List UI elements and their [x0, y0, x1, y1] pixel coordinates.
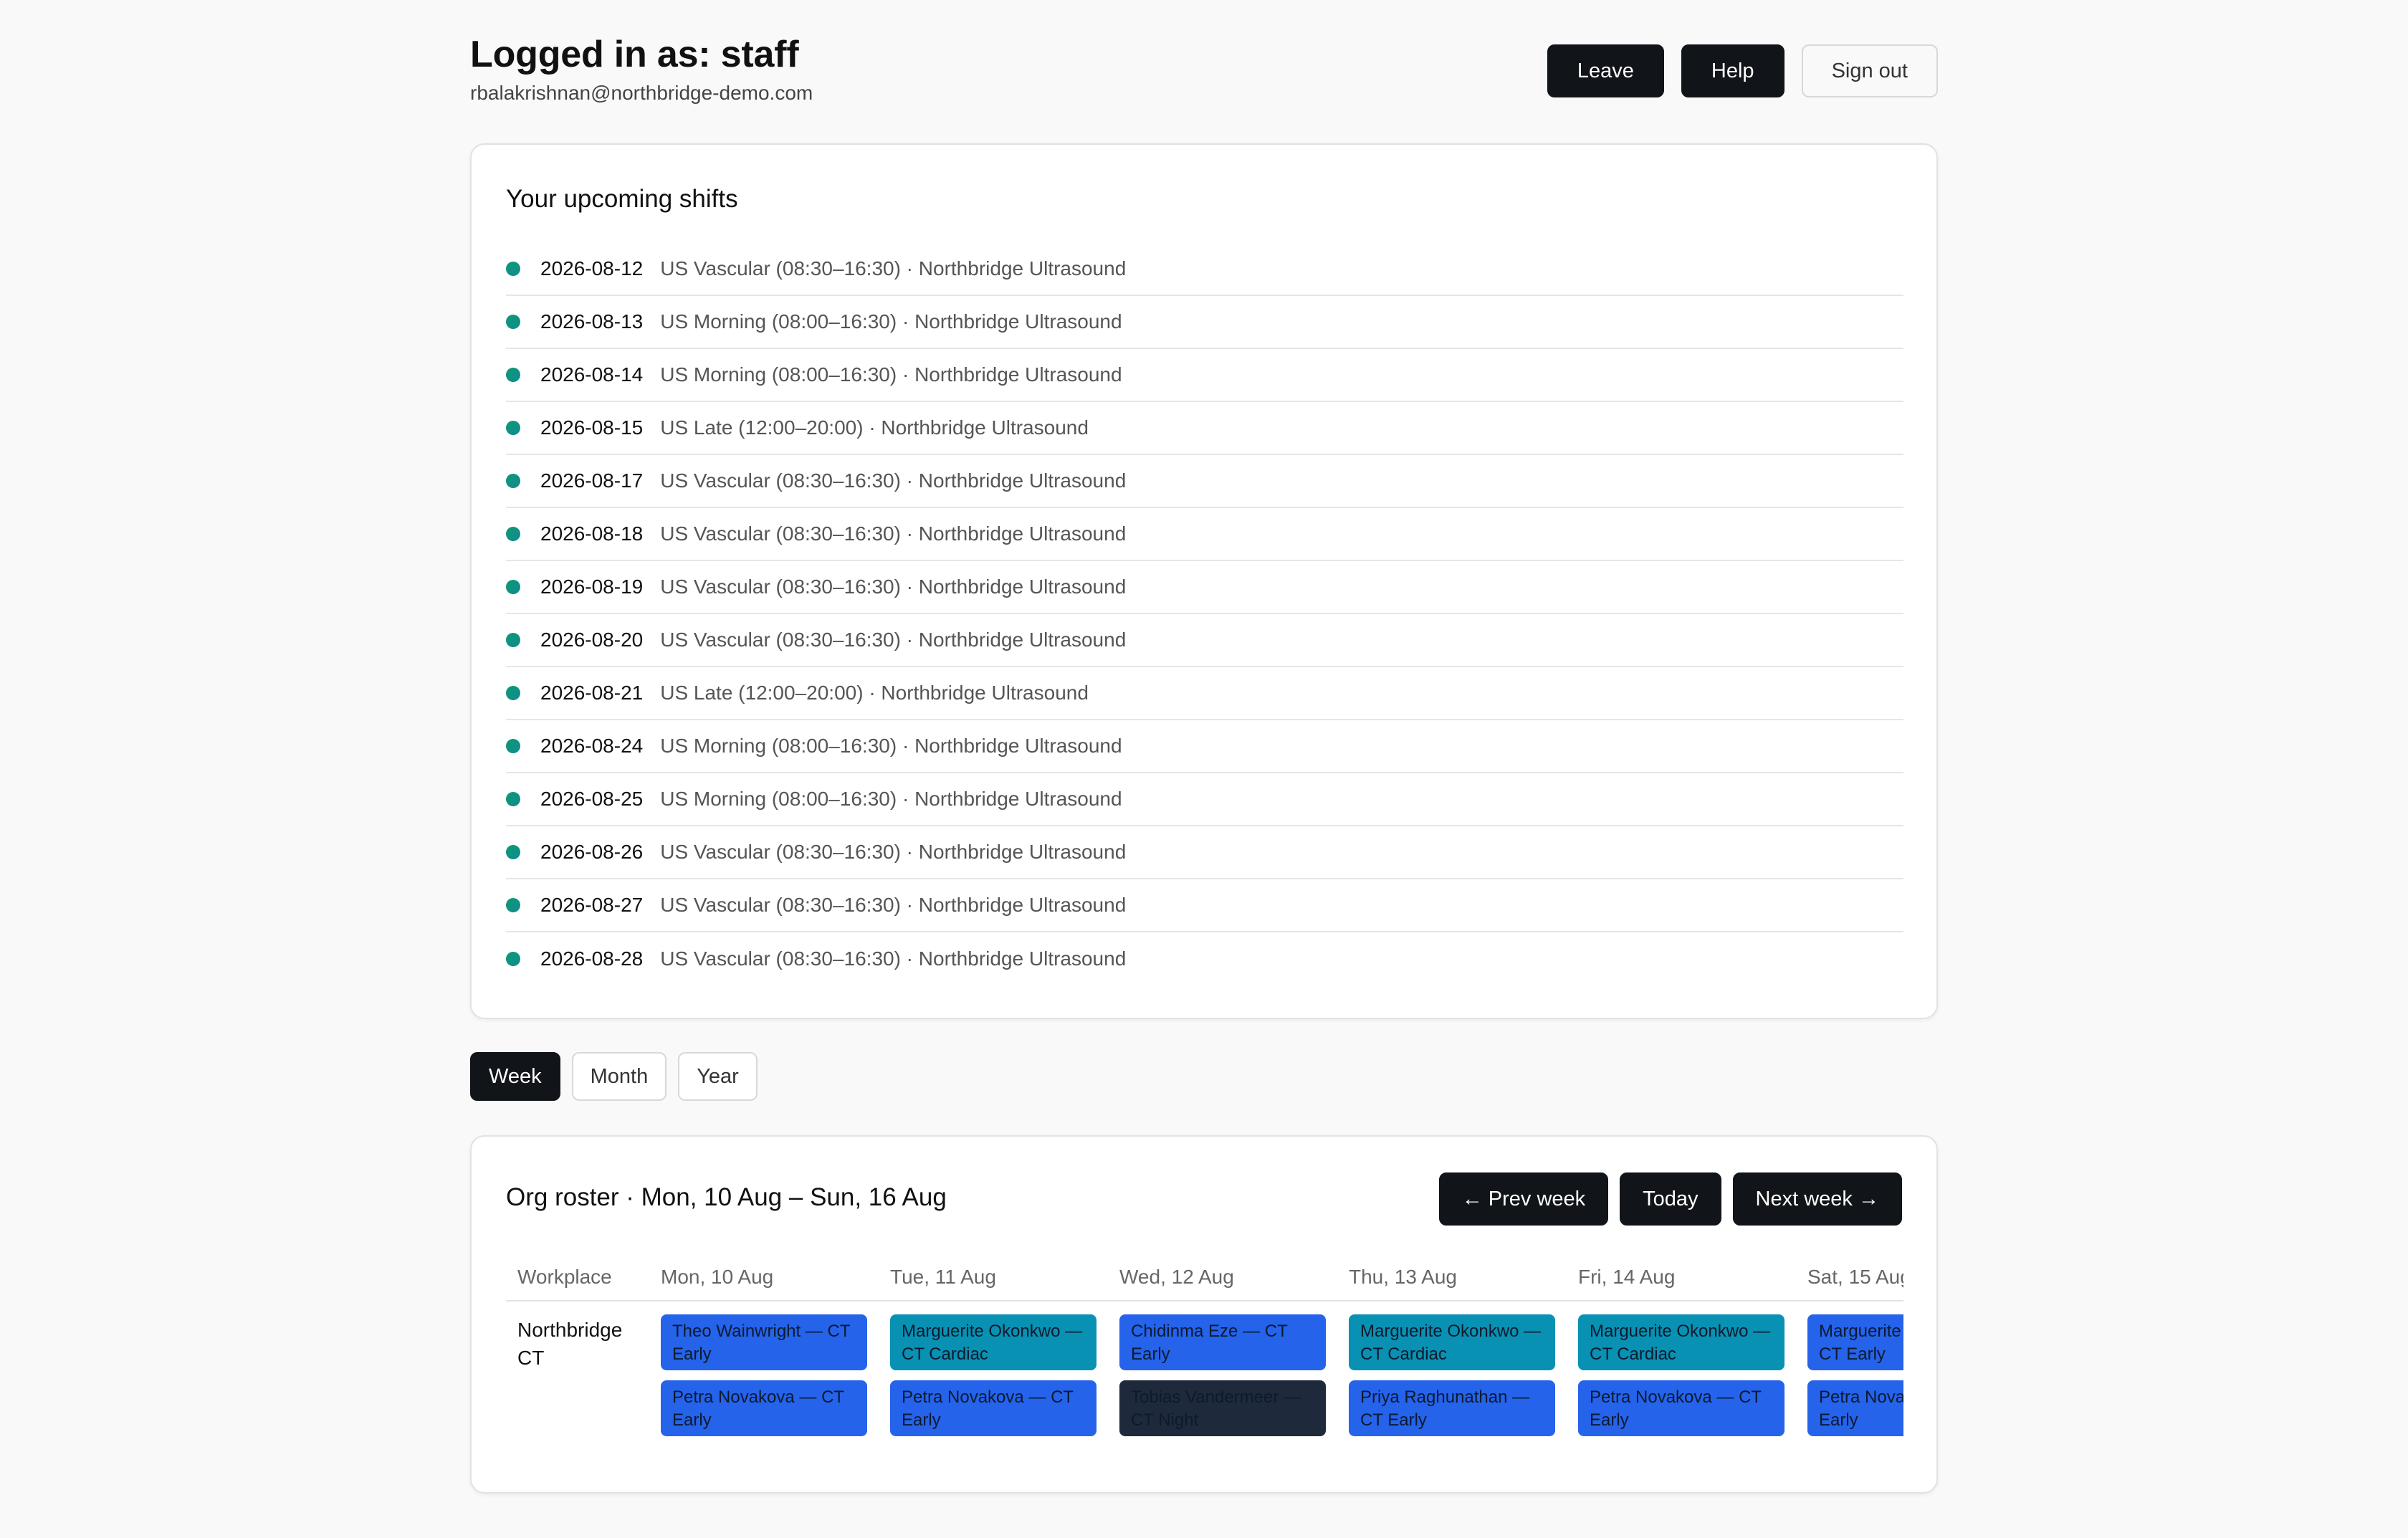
shift-description: US Morning (08:00–16:30) · Northbridge U…	[660, 310, 1122, 333]
shift-list-item: 2026-08-26 US Vascular (08:30–16:30) · No…	[506, 826, 1903, 879]
shift-date: 2026-08-18	[540, 522, 644, 545]
shift-list-item: 2026-08-24 US Morning (08:00–16:30) · Nor…	[506, 720, 1903, 773]
shift-description: US Late (12:00–20:00) · Northbridge Ultr…	[660, 682, 1089, 704]
today-button[interactable]: Today	[1620, 1172, 1721, 1226]
shift-list-item: 2026-08-21 US Late (12:00–20:00) · Northb…	[506, 667, 1903, 720]
shift-date: 2026-08-12	[540, 257, 644, 280]
shift-status-dot-icon	[506, 845, 520, 859]
shift-date: 2026-08-28	[540, 947, 644, 970]
roster-shift-chip[interactable]: Marguerite Okonkwo — CT Cardiac	[890, 1314, 1096, 1370]
sign-out-button[interactable]: Sign out	[1801, 44, 1938, 97]
shift-description: US Morning (08:00–16:30) · Northbridge U…	[660, 735, 1122, 757]
shift-date: 2026-08-14	[540, 363, 644, 386]
shift-date: 2026-08-24	[540, 735, 644, 757]
shift-status-dot-icon	[506, 898, 520, 912]
roster-col-day: Mon, 10 Aug	[661, 1266, 774, 1288]
roster-table: Workplace Mon, 10 Aug Tue, 11 Aug Wed, 12 A…	[506, 1251, 1903, 1538]
shift-date: 2026-08-25	[540, 788, 644, 810]
shift-list-item: 2026-08-12 US Vascular (08:30–16:30) · No…	[506, 243, 1903, 296]
roster-col-workplace: Workplace	[517, 1266, 612, 1288]
roster-shift-chip[interactable]: Marguerite Okonkwo — CT Cardiac	[1578, 1314, 1784, 1370]
shift-status-dot-icon	[506, 368, 520, 382]
shift-description: US Vascular (08:30–16:30) · Northbridge …	[660, 522, 1127, 545]
shift-list-item: 2026-08-13 US Morning (08:00–16:30) · Nor…	[506, 296, 1903, 349]
shift-list-item: 2026-08-27 US Vascular (08:30–16:30) · No…	[506, 879, 1903, 932]
shift-status-dot-icon	[506, 262, 520, 276]
roster-nav: ← Prev week Today Next week →	[1438, 1172, 1902, 1226]
shift-list-item: 2026-08-20 US Vascular (08:30–16:30) · No…	[506, 614, 1903, 667]
shift-status-dot-icon	[506, 580, 520, 594]
shift-description: US Vascular (08:30–16:30) · Northbridge …	[660, 894, 1127, 916]
roster-title: Org roster · Mon, 10 Aug – Sun, 16 Aug	[506, 1183, 947, 1211]
roster-shift-chip[interactable]: Marguerite Okonkwo — CT Early	[1807, 1314, 1903, 1370]
workplace-name: Northbridge CT	[517, 1319, 623, 1369]
shift-status-dot-icon	[506, 421, 520, 435]
shift-date: 2026-08-27	[540, 894, 644, 916]
shift-status-dot-icon	[506, 527, 520, 541]
page: Logged in as: staff rbalakrishnan@northb…	[470, 0, 1938, 1494]
shift-description: US Morning (08:00–16:30) · Northbridge U…	[660, 788, 1122, 810]
shift-status-dot-icon	[506, 739, 520, 753]
shift-date: 2026-08-21	[540, 682, 644, 704]
shift-list-item: 2026-08-25 US Morning (08:00–16:30) · Nor…	[506, 773, 1903, 826]
shift-status-dot-icon	[506, 474, 520, 488]
roster-shift-chip[interactable]: Petra Novakova — CT Early	[661, 1380, 867, 1436]
page-header: Logged in as: staff rbalakrishnan@northb…	[470, 0, 1938, 143]
shift-description: US Vascular (08:30–16:30) · Northbridge …	[660, 841, 1127, 863]
shift-list-item: 2026-08-15 US Late (12:00–20:00) · Northb…	[506, 402, 1903, 455]
shift-status-dot-icon	[506, 952, 520, 966]
upcoming-shifts-list: 2026-08-12 US Vascular (08:30–16:30) · No…	[506, 243, 1903, 985]
shift-date: 2026-08-19	[540, 575, 644, 598]
roster-col-day: Sat, 15 Aug	[1807, 1266, 1903, 1288]
org-roster-card: Org roster · Mon, 10 Aug – Sun, 16 Aug ←…	[470, 1135, 1938, 1494]
roster-shift-chip[interactable]: Petra Novakova — CT Early	[1807, 1380, 1903, 1436]
view-tabs: Week Month Year	[470, 1052, 758, 1101]
shift-date: 2026-08-17	[540, 469, 644, 492]
shift-description: US Morning (08:00–16:30) · Northbridge U…	[660, 363, 1122, 386]
shift-description: US Vascular (08:30–16:30) · Northbridge …	[660, 629, 1127, 651]
roster-shift-chip[interactable]: Theo Wainwright — CT Early	[661, 1314, 867, 1370]
upcoming-shifts-card: Your upcoming shifts 2026-08-12 US Vascul…	[470, 143, 1938, 1019]
roster-col-day: Wed, 12 Aug	[1119, 1266, 1234, 1288]
shift-description: US Vascular (08:30–16:30) · Northbridge …	[660, 257, 1127, 280]
shift-status-dot-icon	[506, 686, 520, 700]
shift-list-item: 2026-08-18 US Vascular (08:30–16:30) · No…	[506, 508, 1903, 561]
roster-shift-chip[interactable]: Tobias Vandermeer — CT Night	[1119, 1380, 1326, 1436]
roster-col-day: Tue, 11 Aug	[890, 1266, 996, 1288]
upcoming-shifts-title: Your upcoming shifts	[506, 185, 738, 213]
tab-month[interactable]: Month	[571, 1052, 667, 1101]
shift-description: US Vascular (08:30–16:30) · Northbridge …	[660, 575, 1127, 598]
tab-year[interactable]: Year	[678, 1052, 758, 1101]
shift-description: US Late (12:00–20:00) · Northbridge Ultr…	[660, 416, 1089, 439]
shift-list-item: 2026-08-19 US Vascular (08:30–16:30) · No…	[506, 561, 1903, 614]
roster-shift-chip[interactable]: Marguerite Okonkwo — CT Cardiac	[1349, 1314, 1555, 1370]
next-week-button[interactable]: Next week →	[1732, 1172, 1902, 1226]
shift-description: US Vascular (08:30–16:30) · Northbridge …	[660, 947, 1127, 970]
roster-shift-chip[interactable]: Chidinma Eze — CT Early	[1119, 1314, 1326, 1370]
help-button[interactable]: Help	[1681, 44, 1784, 97]
shift-date: 2026-08-20	[540, 629, 644, 651]
roster-col-day: Thu, 13 Aug	[1349, 1266, 1458, 1288]
roster-col-day: Fri, 14 Aug	[1578, 1266, 1676, 1288]
shift-list-item: 2026-08-17 US Vascular (08:30–16:30) · No…	[506, 455, 1903, 508]
user-email: rbalakrishnan@northbridge-demo.com	[470, 82, 813, 104]
shift-status-dot-icon	[506, 315, 520, 329]
shift-status-dot-icon	[506, 792, 520, 806]
roster-shift-chip[interactable]: Petra Novakova — CT Early	[1578, 1380, 1784, 1436]
shift-date: 2026-08-13	[540, 310, 644, 333]
shift-list-item: 2026-08-28 US Vascular (08:30–16:30) · No…	[506, 932, 1903, 985]
shift-date: 2026-08-26	[540, 841, 644, 863]
shift-date: 2026-08-15	[540, 416, 644, 439]
leave-button[interactable]: Leave	[1547, 44, 1664, 97]
shift-status-dot-icon	[506, 633, 520, 647]
roster-shift-chip[interactable]: Petra Novakova — CT Early	[890, 1380, 1096, 1436]
shift-list-item: 2026-08-14 US Morning (08:00–16:30) · Nor…	[506, 349, 1903, 402]
roster-header-row: Workplace Mon, 10 Aug Tue, 11 Aug Wed, 12 A…	[506, 1251, 1903, 1301]
shift-description: US Vascular (08:30–16:30) · Northbridge …	[660, 469, 1127, 492]
page-title: Logged in as: staff	[470, 34, 799, 75]
tab-week[interactable]: Week	[470, 1052, 560, 1101]
roster-shift-chip[interactable]: Priya Raghunathan — CT Early	[1349, 1380, 1555, 1436]
prev-week-button[interactable]: ← Prev week	[1438, 1172, 1609, 1226]
header-actions: Leave Help Sign out	[1547, 44, 1938, 97]
